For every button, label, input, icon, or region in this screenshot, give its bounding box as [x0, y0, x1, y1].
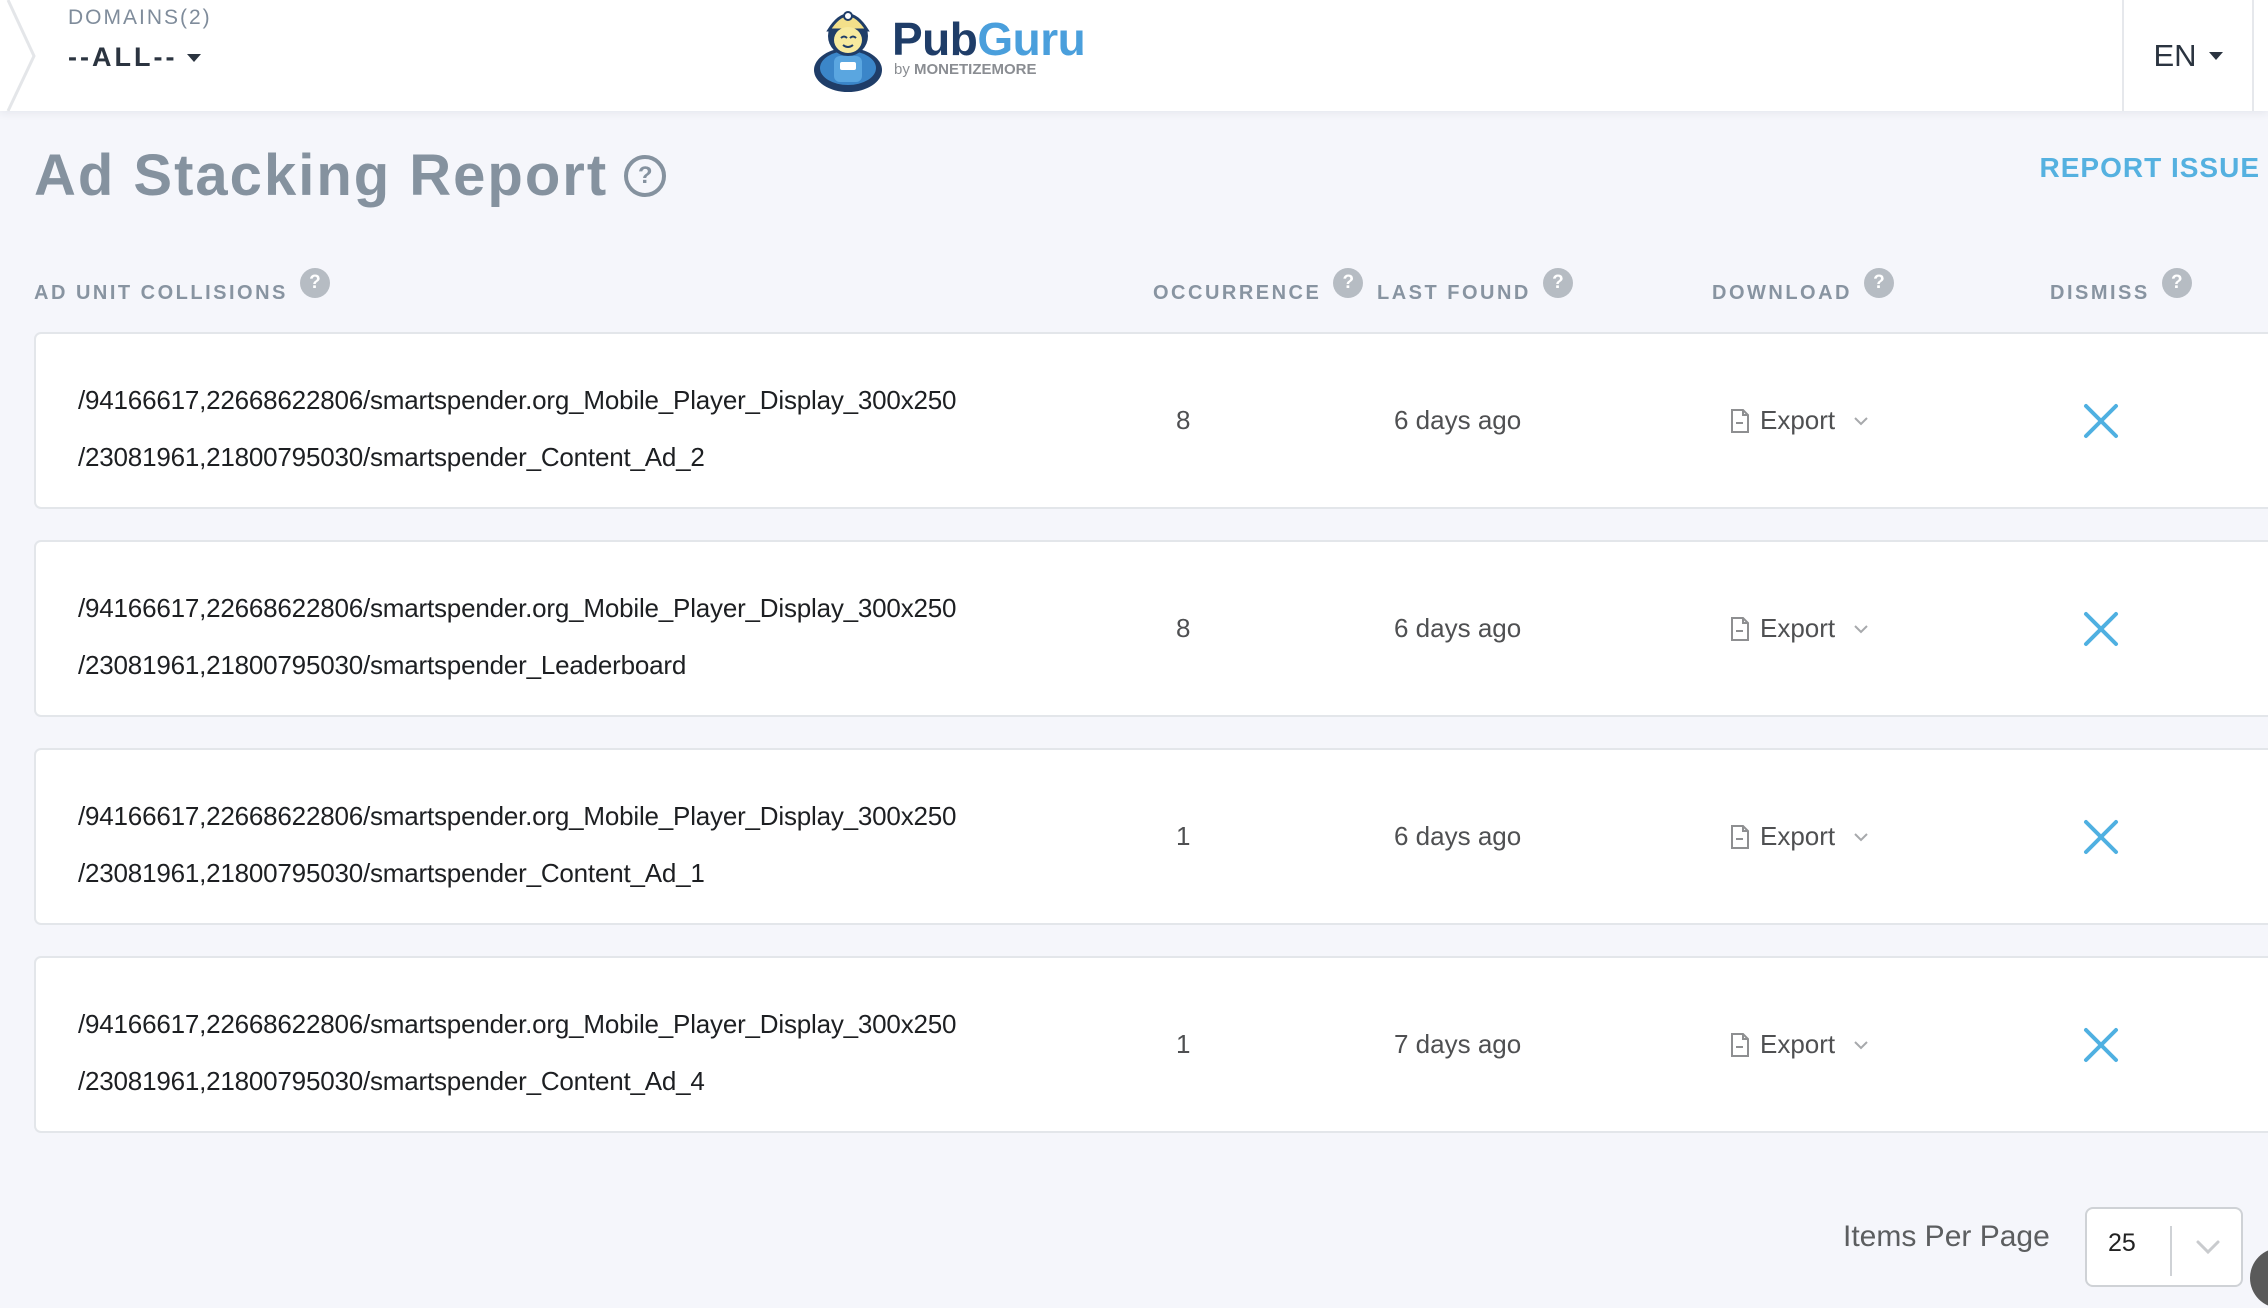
- column-header-label: DOWNLOAD: [1712, 282, 1852, 304]
- ad-unit-b: /23081961,21800795030/smartspender_Conte…: [78, 442, 705, 472]
- column-header-dismiss: DISMISS ?: [2050, 268, 2192, 305]
- dismiss-button[interactable]: [2082, 542, 2120, 715]
- occurrence-value: 8: [1176, 405, 1191, 435]
- ad-unit-a: /94166617,22668622806/smartspender.org_M…: [78, 801, 957, 831]
- dismiss-button[interactable]: [2082, 958, 2120, 1131]
- logo-byline-prefix: by: [894, 60, 915, 78]
- chevron-down-icon: [1854, 832, 1868, 841]
- occurrence-value: 1: [1176, 821, 1191, 851]
- export-label: Export: [1760, 821, 1836, 851]
- chevron-down-icon: [1854, 1040, 1868, 1049]
- export-button[interactable]: Export: [1730, 542, 1869, 715]
- document-icon: [1731, 408, 1749, 433]
- question-circle-icon[interactable]: ?: [2161, 268, 2192, 298]
- column-header-label: DISMISS: [2050, 282, 2150, 304]
- domains-label: DOMAINS(2): [68, 6, 212, 29]
- export-label: Export: [1760, 405, 1836, 435]
- column-header-label: AD UNIT COLLISIONS: [34, 282, 288, 304]
- export-button[interactable]: Export: [1730, 958, 1869, 1131]
- column-header-occurrence: OCCURRENCE ?: [1153, 268, 1364, 305]
- ad-unit-a: /94166617,22668622806/smartspender.org_M…: [78, 593, 957, 623]
- collision-row: /94166617,22668622806/smartspender.org_M…: [34, 956, 2268, 1133]
- caret-down-icon: [2208, 51, 2223, 60]
- ad-unit-a: /94166617,22668622806/smartspender.org_M…: [78, 1009, 957, 1039]
- guru-mascot-icon: [814, 11, 882, 92]
- close-x-icon: [2084, 403, 2118, 438]
- export-label: Export: [1760, 613, 1836, 643]
- chevron-down-icon: [1854, 624, 1868, 633]
- column-header-collisions: AD UNIT COLLISIONS ?: [34, 268, 330, 305]
- export-label: Export: [1760, 1029, 1836, 1059]
- ad-unit-pair: /94166617,22668622806/smartspender.org_M…: [78, 996, 956, 1110]
- chat-widget-button[interactable]: [2250, 1248, 2268, 1308]
- domains-filter: DOMAINS(2) --ALL--: [68, 6, 212, 73]
- occurrence-value: 8: [1176, 613, 1191, 643]
- last-found-value: 7 days ago: [1394, 1029, 1522, 1059]
- top-bar: DOMAINS(2) --ALL-- PubGuru by MONETIZEMO…: [0, 0, 2268, 111]
- ad-unit-pair: /94166617,22668622806/smartspender.org_M…: [78, 580, 956, 694]
- language-value: EN: [2153, 37, 2197, 73]
- report-issue-link[interactable]: REPORT ISSUE: [2040, 152, 2260, 184]
- question-circle-icon[interactable]: ?: [299, 268, 330, 298]
- last-found-value: 6 days ago: [1394, 821, 1522, 851]
- column-header-download: DOWNLOAD ?: [1712, 268, 1894, 305]
- question-circle-icon[interactable]: ?: [1863, 268, 1894, 298]
- domains-dropdown[interactable]: --ALL--: [68, 42, 212, 73]
- dismiss-button[interactable]: [2082, 334, 2120, 507]
- export-button[interactable]: Export: [1730, 334, 1869, 507]
- ad-unit-pair: /94166617,22668622806/smartspender.org_M…: [78, 788, 956, 902]
- question-circle-icon[interactable]: ?: [1333, 268, 1364, 298]
- document-icon: [1731, 824, 1749, 849]
- document-icon: [1731, 616, 1749, 641]
- logo-byline-brand: MONETIZEMORE: [914, 60, 1037, 78]
- dismiss-button[interactable]: [2082, 750, 2120, 923]
- select-divider: [2170, 1226, 2172, 1276]
- question-circle-icon[interactable]: ?: [624, 154, 667, 197]
- collision-row: /94166617,22668622806/smartspender.org_M…: [34, 540, 2268, 717]
- page-title: Ad Stacking Report: [34, 143, 609, 208]
- export-button[interactable]: Export: [1730, 750, 1869, 923]
- chevron-down-icon: [1854, 416, 1868, 425]
- breadcrumb-chevron-icon: [6, 0, 36, 111]
- ad-unit-b: /23081961,21800795030/smartspender_Conte…: [78, 1066, 705, 1096]
- column-header-label: LAST FOUND: [1377, 282, 1531, 304]
- close-x-icon: [2084, 611, 2118, 646]
- logo-brand-part1: Pub: [892, 12, 978, 65]
- page-header: Ad Stacking Report ?: [34, 142, 667, 209]
- pubguru-logo[interactable]: PubGuru by MONETIZEMORE: [810, 0, 1086, 94]
- document-icon: [1731, 1032, 1749, 1057]
- domains-selected-value: --ALL--: [68, 42, 178, 72]
- ad-unit-b: /23081961,21800795030/smartspender_Leade…: [78, 650, 687, 680]
- items-per-page-value: 25: [2108, 1229, 2136, 1257]
- chevron-down-icon: [2196, 1240, 2220, 1255]
- items-per-page-label: Items Per Page: [1843, 1220, 2050, 1253]
- collision-row: /94166617,22668622806/smartspender.org_M…: [34, 332, 2268, 509]
- column-header-label: OCCURRENCE: [1153, 282, 1322, 304]
- close-x-icon: [2084, 1027, 2118, 1062]
- ad-unit-b: /23081961,21800795030/smartspender_Conte…: [78, 858, 705, 888]
- caret-down-icon: [187, 53, 202, 62]
- question-circle-icon[interactable]: ?: [1542, 268, 1573, 298]
- logo-brand-part2: Guru: [977, 12, 1086, 65]
- occurrence-value: 1: [1176, 1029, 1191, 1059]
- collision-row: /94166617,22668622806/smartspender.org_M…: [34, 748, 2268, 925]
- last-found-value: 6 days ago: [1394, 613, 1522, 643]
- ad-unit-pair: /94166617,22668622806/smartspender.org_M…: [78, 372, 956, 486]
- language-dropdown[interactable]: EN: [2122, 0, 2254, 111]
- column-header-last-found: LAST FOUND ?: [1377, 268, 1573, 305]
- last-found-value: 6 days ago: [1394, 405, 1522, 435]
- ad-unit-a: /94166617,22668622806/smartspender.org_M…: [78, 385, 957, 415]
- items-per-page-select[interactable]: 25: [2085, 1207, 2243, 1287]
- close-x-icon: [2084, 819, 2118, 854]
